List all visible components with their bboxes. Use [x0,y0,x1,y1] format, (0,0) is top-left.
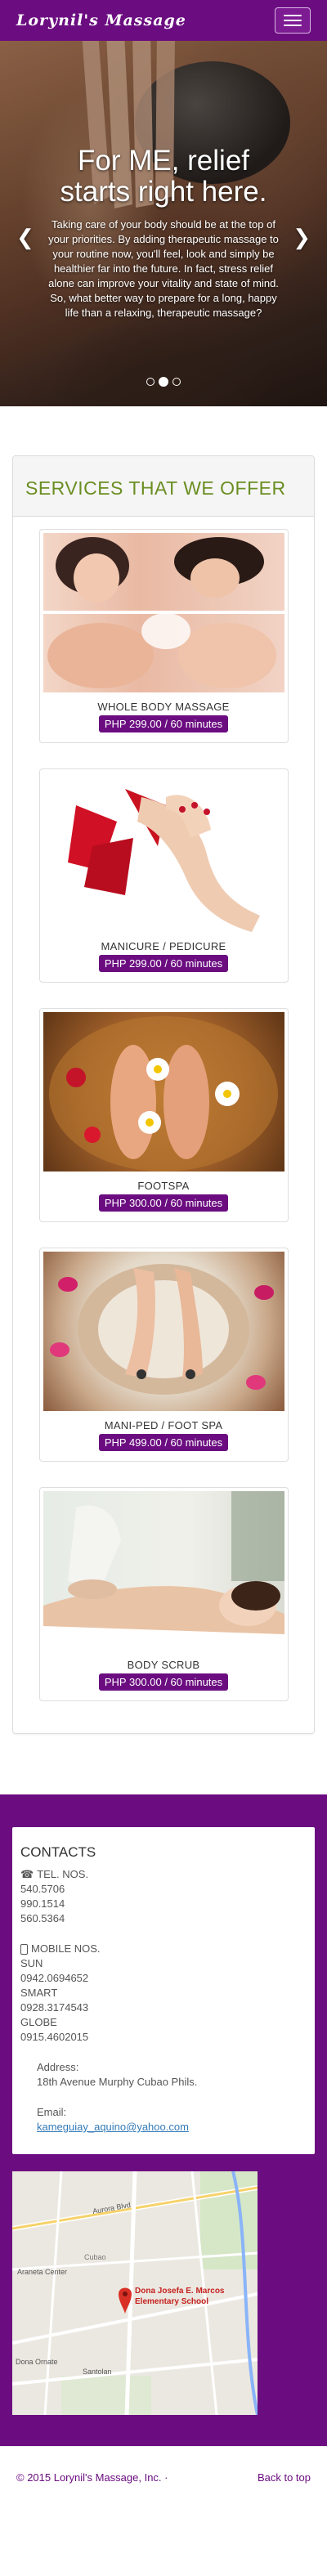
contacts-heading: CONTACTS [20,1844,96,1860]
map-pin-label: Dona Josefa E. Marcos [135,2287,225,2296]
services-panel: SERVICES THAT WE OFFER WHOLE BODY MASSAG… [12,455,315,1734]
service-name: FOOTSPA [137,1180,190,1192]
hero-title: For ME, relief starts right here. [60,145,267,208]
brand-logo[interactable]: Lorynil's Massage [16,11,186,29]
price-badge: PHP 300.00 / 60 minutes [98,1194,229,1212]
address-text: 18th Avenue Murphy Cubao Phils. [37,2076,198,2088]
hero-carousel: For ME, relief starts right here. Taking… [0,41,327,406]
carousel-dot[interactable] [172,378,181,386]
price-badge: PHP 299.00 / 60 minutes [98,955,229,972]
email-block: Email: kameguiay_aquino@yahoo.com [20,2105,307,2135]
service-card: WHOLE BODY MASSAGE PHP 299.00 / 60 minut… [38,529,289,743]
hero-caption: For ME, relief starts right here. Taking… [45,146,282,320]
phone-icon: ☎ [20,1868,34,1880]
mani-ped-foot-spa-image [43,1252,284,1411]
carousel-dot[interactable] [146,378,155,386]
whole-body-massage-image [43,533,284,692]
mobile-number: 0915.4602015 [20,2031,89,2043]
tel-block: ☎ TEL. NOS. 540.5706 990.1514 560.5364 [20,1867,307,1926]
service-name: WHOLE BODY MASSAGE [97,701,230,713]
service-name: MANICURE / PEDICURE [101,940,226,952]
carousel-indicators [0,377,327,387]
copyright-text: © 2015 Lorynil's Massage, Inc. · [16,2471,168,2484]
mobile-number: 0928.3174543 [20,2001,89,2014]
contacts-section: CONTACTS ☎ TEL. NOS. 540.5706 990.1514 5… [0,1794,327,2446]
services-section: SERVICES THAT WE OFFER WHOLE BODY MASSAG… [0,406,327,1750]
price-badge: PHP 300.00 / 60 minutes [98,1673,229,1691]
mobile-phone-icon [20,1943,28,1955]
service-name: BODY SCRUB [127,1659,200,1671]
tel-number: 990.1514 [20,1897,65,1910]
email-link[interactable]: kameguiay_aquino@yahoo.com [37,2120,307,2135]
services-heading: SERVICES THAT WE OFFER [25,477,286,499]
mobile-block: MOBILE NOS. SUN 0942.0694652 SMART 0928.… [20,1942,307,2045]
menu-toggle-button[interactable] [275,7,311,34]
hero-text: Taking care of your body should be at th… [48,218,279,319]
mobile-number: 0942.0694652 [20,1972,89,1984]
service-card: FOOTSPA PHP 300.00 / 60 minutes [38,1008,289,1222]
hamburger-icon [284,15,302,16]
price-badge: PHP 499.00 / 60 minutes [98,1434,229,1451]
service-name: MANI-PED / FOOT SPA [104,1419,223,1431]
contacts-box: CONTACTS ☎ TEL. NOS. 540.5706 990.1514 5… [12,1827,315,2154]
location-map[interactable]: Dona Josefa E. Marcos Elementary School … [12,2171,258,2415]
footer: © 2015 Lorynil's Massage, Inc. · Back to… [0,2446,327,2508]
service-card: BODY SCRUB PHP 300.00 / 60 minutes [38,1487,289,1701]
tel-number: 540.5706 [20,1883,65,1895]
footspa-image [43,1012,284,1172]
service-card: MANICURE / PEDICURE PHP 299.00 / 60 minu… [38,768,289,983]
chevron-right-icon[interactable]: ❯ [293,225,311,250]
price-badge: PHP 299.00 / 60 minutes [98,715,229,732]
chevron-left-icon[interactable]: ❮ [16,225,34,250]
manicure-pedicure-image [43,773,284,932]
address-block: Address: 18th Avenue Murphy Cubao Phils. [20,2060,307,2090]
service-card: MANI-PED / FOOT SPA PHP 499.00 / 60 minu… [38,1248,289,1462]
map-pin-label-2: Elementary School [135,2297,209,2306]
back-to-top-link[interactable]: Back to top [258,2471,311,2484]
tel-number: 560.5364 [20,1912,65,1924]
body-scrub-image [43,1491,284,1651]
navbar: Lorynil's Massage [0,0,327,41]
carousel-dot-active[interactable] [159,377,168,387]
